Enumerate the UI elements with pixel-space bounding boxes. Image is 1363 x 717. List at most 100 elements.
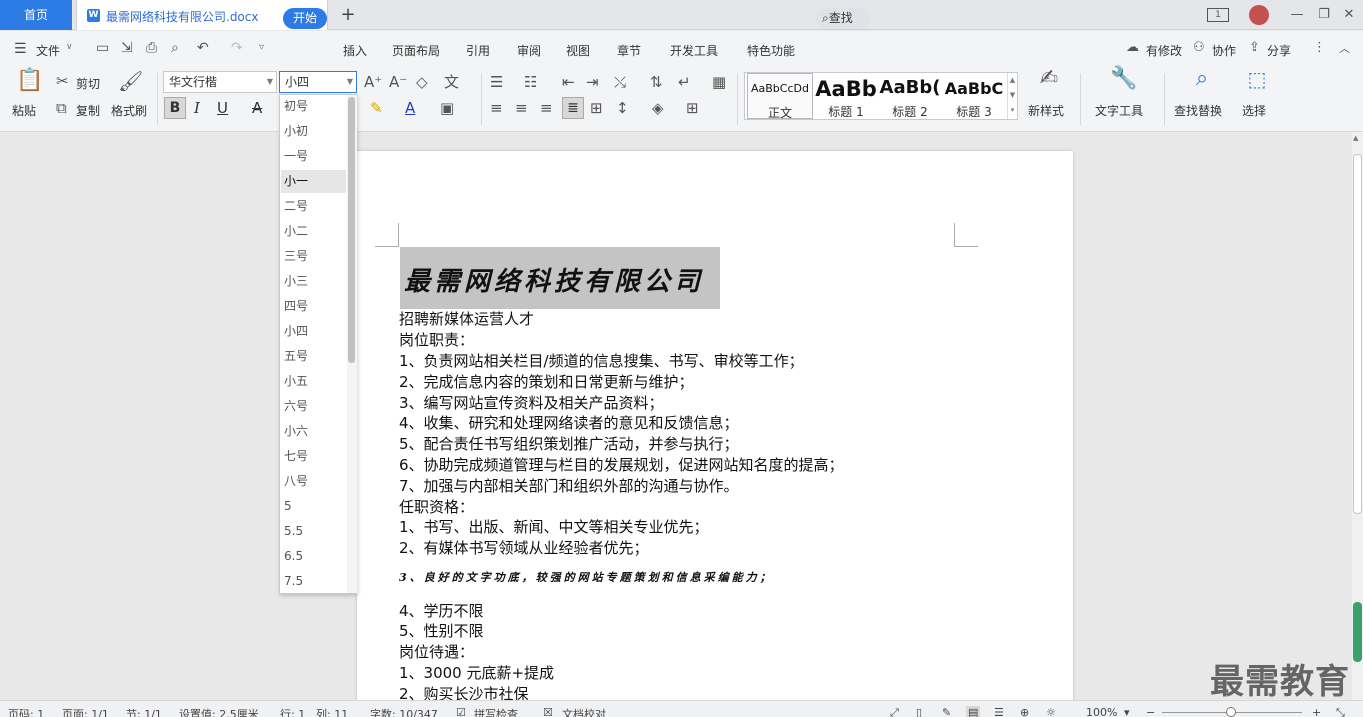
tab-insert[interactable]: 插入 xyxy=(343,42,367,59)
spell-check-icon[interactable]: ☑ xyxy=(456,706,466,717)
font-size-option-highlighted[interactable]: 小一 xyxy=(281,170,346,193)
sort-icon[interactable]: ⇅ xyxy=(650,73,663,91)
text-tools-button[interactable]: 文字工具 xyxy=(1095,102,1143,119)
tab-start[interactable]: 开始 xyxy=(283,8,327,29)
zoom-level[interactable]: 100% xyxy=(1086,706,1117,717)
revise-button[interactable]: 有修改 xyxy=(1146,42,1182,59)
dropdown-scrollbar-thumb[interactable] xyxy=(348,97,355,363)
font-size-option[interactable]: 小二 xyxy=(281,220,346,243)
outline-view-icon[interactable]: ☰ xyxy=(994,706,1004,717)
font-size-option[interactable]: 五号 xyxy=(281,345,346,368)
menu-file[interactable]: 文件 xyxy=(36,42,60,59)
show-marks-icon[interactable]: ↵ xyxy=(678,73,691,91)
font-size-option[interactable]: 三号 xyxy=(281,245,346,268)
more-icon[interactable]: ⋮ xyxy=(1313,40,1326,55)
tab-section[interactable]: 章节 xyxy=(617,42,641,59)
font-size-option[interactable]: 七号 xyxy=(281,445,346,468)
numbered-list-icon[interactable]: ☷ xyxy=(524,73,537,91)
font-size-option[interactable]: 小五 xyxy=(281,370,346,393)
status-doc-check[interactable]: 文档校对 xyxy=(562,706,606,717)
style-heading-1[interactable]: AaBb 标题 1 xyxy=(813,73,879,119)
dropdown-scrollbar[interactable] xyxy=(347,95,357,593)
decrease-indent-icon[interactable]: ⇤ xyxy=(562,73,575,91)
side-panel-handle[interactable] xyxy=(1353,602,1362,662)
font-color-icon[interactable]: A xyxy=(405,99,415,117)
doc-check-icon[interactable]: ☒ xyxy=(543,706,553,717)
zoom-dropdown-icon[interactable]: ▾ xyxy=(1124,706,1130,717)
status-page[interactable]: 页码: 1 xyxy=(8,706,44,717)
font-size-option[interactable]: 六号 xyxy=(281,395,346,418)
status-setting[interactable]: 设置值: 2.5厘米 xyxy=(179,706,259,717)
web-view-icon[interactable]: ⊕ xyxy=(1020,706,1029,717)
customize-toolbar-icon[interactable]: ▿ xyxy=(259,42,264,53)
tab-references[interactable]: 引用 xyxy=(466,42,490,59)
zoom-slider-handle[interactable] xyxy=(1226,707,1236,717)
export-icon[interactable]: ⇲ xyxy=(121,40,133,56)
status-words[interactable]: 字数: 10/347 xyxy=(370,706,438,717)
font-size-option[interactable]: 初号 xyxy=(281,95,346,118)
char-border-icon[interactable]: ▣ xyxy=(440,99,454,117)
increase-indent-icon[interactable]: ⇥ xyxy=(586,73,599,91)
collapse-ribbon-icon[interactable]: ︿ xyxy=(1339,40,1350,56)
grow-font-icon[interactable]: A⁺ xyxy=(364,73,382,91)
new-tab-button[interactable]: + xyxy=(338,5,358,25)
redo-icon[interactable]: ↷ xyxy=(231,40,243,56)
phonetic-guide-icon[interactable]: 文 xyxy=(444,73,459,91)
fullscreen-icon[interactable]: ⤢ xyxy=(890,706,899,717)
new-style-button[interactable]: 新样式 xyxy=(1028,102,1064,119)
search-button[interactable]: ⌕查找 xyxy=(816,8,870,29)
minimize-button[interactable]: — xyxy=(1288,6,1306,24)
font-size-option[interactable]: 小四 xyxy=(281,320,346,343)
status-pages[interactable]: 页面: 1/1 xyxy=(62,706,109,717)
copy-button[interactable]: 复制 xyxy=(76,102,100,119)
font-size-option[interactable]: 7.5 xyxy=(281,570,346,593)
status-section[interactable]: 节: 1/1 xyxy=(126,706,162,717)
paste-icon[interactable]: 📋 xyxy=(16,70,43,92)
line-spacing-icon[interactable]: ↕ xyxy=(616,99,629,117)
align-right-icon[interactable]: ≡ xyxy=(540,99,553,117)
bullet-list-icon[interactable]: ☰ xyxy=(490,73,503,91)
font-size-option[interactable]: 小六 xyxy=(281,420,346,443)
page-count-icon[interactable]: 1 xyxy=(1207,8,1229,22)
style-heading-3[interactable]: AaBbC 标题 3 xyxy=(941,73,1007,119)
font-size-option[interactable]: 一号 xyxy=(281,145,346,168)
eye-protect-icon[interactable]: ☼ xyxy=(1046,706,1056,717)
tab-page-layout[interactable]: 页面布局 xyxy=(392,42,440,59)
undo-icon[interactable]: ↶ xyxy=(197,40,209,56)
status-spell-check[interactable]: 拼写检查 xyxy=(474,706,518,717)
font-size-option[interactable]: 小初 xyxy=(281,120,346,143)
vertical-scrollbar[interactable]: ▲ xyxy=(1352,132,1363,700)
style-normal[interactable]: AaBbCcDd 正文 xyxy=(747,73,813,120)
tab-home[interactable]: 首页 xyxy=(0,0,72,30)
zoom-in-icon[interactable]: + xyxy=(1312,706,1321,717)
print-preview-icon[interactable]: ⌕ xyxy=(171,40,179,56)
shading-icon[interactable]: ◈ xyxy=(652,99,664,117)
clear-format-icon[interactable]: ◇ xyxy=(416,73,428,91)
font-size-option[interactable]: 八号 xyxy=(281,470,346,493)
close-button[interactable]: ✕ xyxy=(1340,6,1358,24)
page-view-icon[interactable]: ▤ xyxy=(966,706,981,717)
font-size-option[interactable]: 5.5 xyxy=(281,520,346,543)
scroll-up-icon[interactable]: ▲ xyxy=(1353,134,1358,142)
paste-button[interactable]: 粘贴 xyxy=(12,102,36,119)
borders-icon[interactable]: ⊞ xyxy=(686,99,699,117)
italic-button[interactable]: I xyxy=(194,99,200,117)
font-size-option[interactable]: 四号 xyxy=(281,295,346,318)
font-size-option[interactable]: 二号 xyxy=(281,195,346,218)
tab-special-features[interactable]: 特色功能 xyxy=(747,42,795,59)
cut-button[interactable]: 剪切 xyxy=(76,75,100,92)
align-center-icon[interactable]: ≡ xyxy=(515,99,528,117)
avatar[interactable] xyxy=(1249,5,1269,25)
highlight-icon[interactable]: ✎ xyxy=(370,99,383,117)
tab-review[interactable]: 审阅 xyxy=(517,42,541,59)
font-size-option[interactable]: 5 xyxy=(281,495,346,518)
document-title-selected[interactable]: 最需网络科技有限公司 xyxy=(400,247,720,309)
shrink-font-icon[interactable]: A⁻ xyxy=(389,73,407,91)
print-icon[interactable]: ⎙ xyxy=(146,40,157,56)
font-size-select[interactable]: 小四 ▼ xyxy=(279,71,357,93)
fit-page-icon[interactable]: ⤡ xyxy=(1336,706,1345,717)
table-grid-icon[interactable]: ▦ xyxy=(712,73,726,91)
underline-button[interactable]: U xyxy=(217,99,228,117)
find-replace-button[interactable]: 查找替换 xyxy=(1174,102,1222,119)
select-button[interactable]: 选择 xyxy=(1242,102,1266,119)
